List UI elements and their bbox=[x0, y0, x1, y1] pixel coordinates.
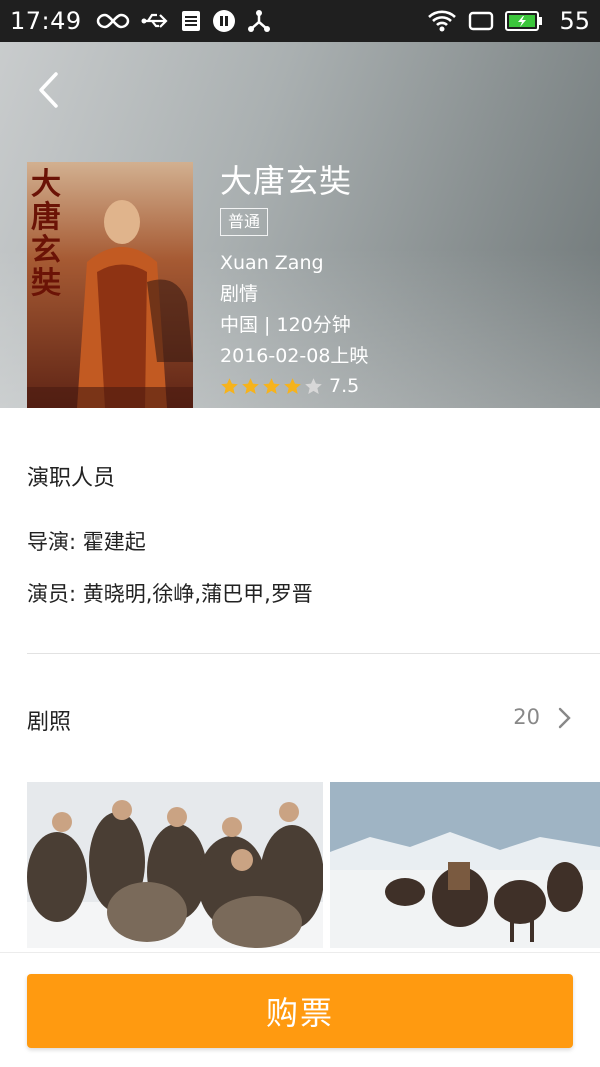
divider bbox=[27, 653, 600, 654]
chevron-right-icon bbox=[558, 707, 571, 729]
movie-info: 大唐玄奘 普通 Xuan Zang 剧情 中国 | 120分钟 2016-02-… bbox=[220, 160, 368, 400]
stills-count: 20 bbox=[513, 705, 540, 729]
battery-level: 55 bbox=[559, 7, 590, 35]
star-filled-icon bbox=[242, 377, 259, 394]
star-empty-icon bbox=[305, 377, 322, 394]
release-date: 2016-02-08上映 bbox=[220, 345, 369, 367]
country-duration: 中国 | 120分钟 bbox=[220, 314, 351, 336]
bottom-action-bar: 购票 bbox=[0, 952, 600, 1067]
screen-icon bbox=[467, 10, 495, 32]
cast-section-title: 演职人员 bbox=[27, 466, 116, 491]
notes-icon bbox=[180, 9, 202, 33]
director-line: 导演: 霍建起 bbox=[27, 530, 146, 554]
chevron-left-icon bbox=[39, 72, 58, 108]
battery-charging-icon bbox=[505, 10, 543, 32]
genre: 剧情 bbox=[220, 283, 259, 305]
movie-title: 大唐玄奘 bbox=[220, 162, 353, 200]
poster-title-art: 大唐玄奘 bbox=[31, 167, 61, 301]
stills-section-title: 剧照 bbox=[27, 710, 72, 735]
status-bar: 17:49 55 bbox=[0, 0, 600, 42]
format-badge: 普通 bbox=[220, 208, 269, 236]
share-icon bbox=[246, 9, 272, 33]
status-time: 17:49 bbox=[10, 7, 82, 35]
back-button[interactable] bbox=[28, 68, 68, 112]
rating: 7.5 bbox=[220, 372, 368, 400]
pause-icon bbox=[212, 9, 236, 33]
rating-score: 7.5 bbox=[329, 375, 360, 397]
still-photo[interactable] bbox=[27, 782, 323, 948]
infinity-icon bbox=[96, 11, 130, 31]
wifi-icon bbox=[427, 9, 457, 33]
english-title: Xuan Zang bbox=[220, 252, 324, 274]
buy-ticket-button[interactable]: 购票 bbox=[27, 974, 573, 1048]
usb-icon bbox=[140, 11, 170, 31]
stills-header[interactable]: 剧照 20 bbox=[0, 702, 600, 735]
actors-line: 演员: 黄晓明,徐峥,蒲巴甲,罗晋 bbox=[27, 582, 313, 606]
star-filled-icon bbox=[221, 377, 238, 394]
still-photo[interactable] bbox=[330, 782, 600, 948]
movie-poster[interactable]: 大唐玄奘 bbox=[27, 162, 193, 408]
star-filled-icon bbox=[263, 377, 280, 394]
movie-header: 大唐玄奘 大唐玄奘 普通 Xuan Zang 剧情 中国 | 120分钟 201… bbox=[0, 42, 600, 408]
status-right: 55 bbox=[427, 7, 590, 35]
rating-stars bbox=[220, 377, 325, 396]
star-filled-icon bbox=[284, 377, 301, 394]
